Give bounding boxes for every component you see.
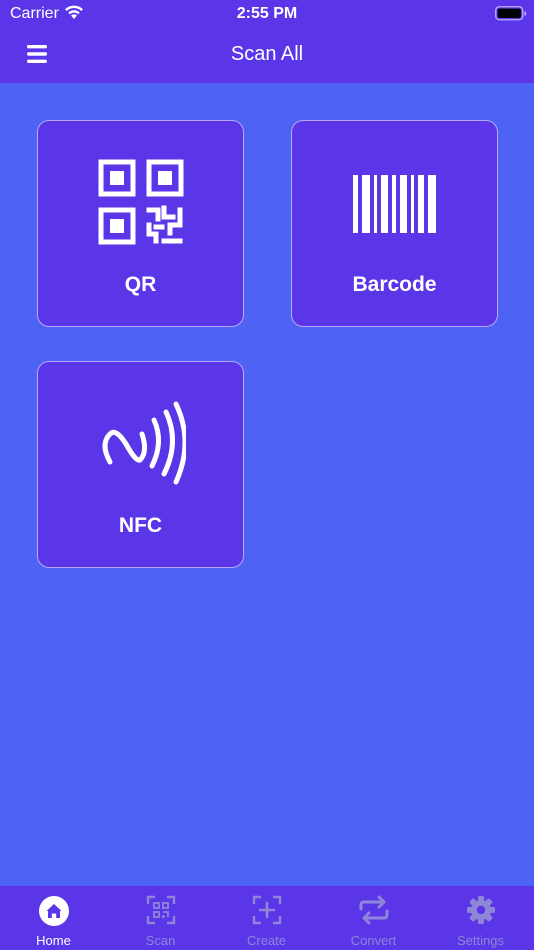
tab-settings[interactable]: Settings xyxy=(427,886,534,950)
tab-home-label: Home xyxy=(36,933,71,948)
convert-icon xyxy=(320,895,427,930)
tab-scan-label: Scan xyxy=(145,933,176,948)
tab-settings-label: Settings xyxy=(457,933,504,948)
tab-create[interactable]: Create xyxy=(213,886,320,950)
barcode-icon xyxy=(292,175,497,238)
qr-code-icon xyxy=(38,159,243,250)
battery-icon xyxy=(495,6,527,26)
barcode-tile-label: Barcode xyxy=(352,273,437,296)
page-title: Scan All xyxy=(230,43,304,65)
tab-home[interactable]: Home xyxy=(0,886,107,950)
tab-convert[interactable]: Convert xyxy=(320,886,427,950)
tab-bar: Home Scan Create Convert Settings xyxy=(0,886,534,950)
qr-tile-label: QR xyxy=(124,273,157,296)
nav-bar: Scan All xyxy=(0,28,534,83)
barcode-tile[interactable]: Barcode xyxy=(291,120,498,327)
status-bar: Carrier 2:55 PM xyxy=(0,0,534,28)
home-icon xyxy=(0,895,107,932)
scan-icon xyxy=(107,895,214,930)
nfc-tile-label: NFC xyxy=(118,514,163,537)
create-icon xyxy=(213,895,320,930)
nfc-tile[interactable]: NFC xyxy=(37,361,244,568)
gear-icon xyxy=(427,895,534,930)
tab-convert-label: Convert xyxy=(350,933,397,948)
nfc-icon xyxy=(38,400,243,491)
qr-tile[interactable]: QR xyxy=(37,120,244,327)
top-bar: Carrier 2:55 PM Scan All xyxy=(0,0,534,83)
tab-create-label: Create xyxy=(246,933,287,948)
tab-scan[interactable]: Scan xyxy=(107,886,214,950)
clock: 2:55 PM xyxy=(236,5,298,22)
